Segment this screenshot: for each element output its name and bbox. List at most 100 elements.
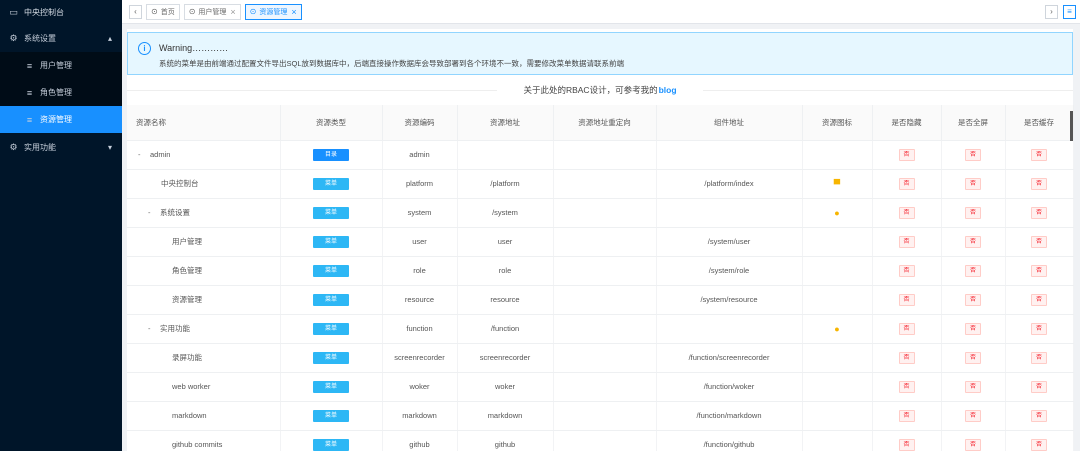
sidebar-item-console[interactable]: ▭ 中央控制台 (0, 0, 122, 24)
cell-path: markdown (457, 401, 554, 431)
cell-code: woker (382, 372, 458, 402)
cell-path: woker (457, 372, 554, 402)
tab[interactable]: ⊙ 资源管理 × (244, 3, 302, 20)
cell-icon (802, 256, 873, 286)
flag-badge: 否 (965, 293, 981, 306)
type-tag: 菜单 (313, 293, 349, 306)
table-row[interactable]: 录屏功能 菜单 screenrecorder screenrecorder/funct… (127, 343, 1074, 373)
tabs-menu-button[interactable]: ≡ (1063, 4, 1076, 19)
collapse-toggle[interactable]: - (138, 150, 150, 159)
table-row[interactable]: 资源管理 菜单 resource resource/system/resource 否 否… (127, 285, 1074, 315)
cell-full: 否 (941, 372, 1006, 402)
type-tag: 菜单 (313, 438, 349, 451)
close-icon[interactable]: × (291, 7, 296, 17)
resource-name: markdown (172, 411, 207, 420)
cell-name: - admin (127, 140, 281, 170)
list-icon: ≡ (26, 114, 33, 125)
cell-icon: ● (802, 198, 873, 228)
flag-badge: 否 (1031, 380, 1047, 393)
cell-code: role (382, 256, 458, 286)
table-row[interactable]: - admin 目录 admin 否否否 (127, 140, 1074, 170)
flag-badge: 否 (965, 235, 981, 248)
sidebar: ▭ 中央控制台 ⚙ 系统设置 ▴ ≡ 用户管理 ≡ 角色管理 ≡ 资源管理 ⚙ 实用功能 … (0, 0, 122, 451)
collapse-toggle[interactable]: - (148, 324, 160, 333)
cell-path (457, 140, 554, 170)
tab-label: 资源管理 (259, 8, 288, 16)
flag-badge: 否 (1031, 293, 1047, 306)
cell-name: 角色管理 (127, 256, 281, 286)
sidebar-item-sub[interactable]: ≡ 资源管理 (0, 106, 122, 133)
alert-title: Warning………… (159, 43, 229, 53)
tab[interactable]: ⊙ 首页 (146, 3, 180, 20)
type-tag: 菜单 (313, 206, 349, 219)
cell-path: resource (457, 285, 554, 315)
gear-icon: ⚙ (9, 141, 18, 152)
close-icon[interactable]: × (230, 7, 235, 17)
cell-type: 菜单 (280, 343, 383, 373)
sidebar-group-label: 实用功能 (24, 142, 56, 152)
column-header: 资源地址重定向 (553, 105, 657, 141)
tab[interactable]: ⊙ 用户管理 × (183, 3, 241, 20)
cell-redirect (553, 169, 657, 199)
main-content: i Warning………… 系统的菜单是由前端通过配置文件导出SQL放到数据库中… (127, 29, 1074, 451)
cell-full: 否 (941, 140, 1006, 170)
cell-cache: 否 (1005, 140, 1074, 170)
cell-code: platform (382, 169, 458, 199)
sidebar-item-label: 角色管理 (40, 88, 72, 97)
flag-badge: 否 (1031, 322, 1047, 335)
flag-badge: 否 (1031, 177, 1047, 190)
resource-name: github commits (172, 440, 223, 449)
sidebar-item-sub[interactable]: ≡ 用户管理 (0, 52, 122, 79)
table-row[interactable]: - 系统设置 菜单 system/system ● 否 否 否 (127, 198, 1074, 228)
scrollbar[interactable] (1070, 111, 1073, 141)
table-row[interactable]: markdown 菜单 markdown markdown/function/mark… (127, 401, 1074, 431)
cell-component (656, 140, 803, 170)
cell-type: 菜单 (280, 314, 383, 344)
sidebar-item-sub[interactable]: ≡ 角色管理 (0, 79, 122, 106)
cell-cache: 否 (1005, 169, 1074, 199)
column-header: 是否缓存 (1005, 105, 1074, 141)
cell-component: /platform/index (656, 169, 803, 199)
chevron-up-icon: ▴ (107, 33, 112, 43)
column-header: 资源类型 (280, 105, 383, 141)
cell-component (656, 314, 803, 344)
collapse-toggle[interactable]: - (148, 208, 160, 217)
tabs-scroll-left-button[interactable]: ‹ (129, 4, 142, 19)
sidebar-group-utility[interactable]: ⚙ 实用功能 ▾ (0, 133, 122, 161)
flag-badge: 否 (965, 177, 981, 190)
cell-type: 菜单 (280, 256, 383, 286)
cell-path: role (457, 256, 554, 286)
table-row[interactable]: github commits 菜单 github github/function/gi… (127, 430, 1074, 451)
cell-icon (802, 430, 873, 451)
flag-badge: 否 (965, 206, 981, 219)
column-header: 资源图标 (802, 105, 873, 141)
cell-code: user (382, 227, 458, 257)
cell-hidden: 否 (872, 140, 942, 170)
cell-redirect (553, 285, 657, 315)
flag-badge: 否 (1031, 148, 1047, 161)
flag-badge: 否 (965, 438, 981, 451)
cell-full: 否 (941, 227, 1006, 257)
rbac-note: 关于此处的RBAC设计，可参考我的 blog (127, 75, 1073, 105)
table-row[interactable]: web worker 菜单 woker woker/function/woker 否 否 否 (127, 372, 1074, 402)
cell-hidden: 否 (872, 285, 942, 315)
cell-name: markdown (127, 401, 281, 431)
sidebar-group-system[interactable]: ⚙ 系统设置 ▴ (0, 24, 122, 52)
cell-code: admin (382, 140, 458, 170)
flag-badge: 否 (1031, 351, 1047, 364)
table-row[interactable]: 中央控制台 菜单 platform/platform/platform/index ▀… (127, 169, 1074, 199)
flag-badge: 否 (965, 264, 981, 277)
cell-name: 资源管理 (127, 285, 281, 315)
tabs-scroll-right-button[interactable]: › (1045, 4, 1058, 19)
tab-label: 首页 (160, 8, 175, 16)
flag-badge: 否 (1031, 264, 1047, 277)
tab-icon: ⊙ (188, 7, 196, 16)
cell-component: /function/screenrecorder (656, 343, 803, 373)
blog-link[interactable]: blog (659, 85, 677, 95)
cell-path: user (457, 227, 554, 257)
resource-icon: ● (834, 207, 840, 218)
cell-component: /function/markdown (656, 401, 803, 431)
table-row[interactable]: - 实用功能 菜单 function/function ● 否 否 否 (127, 314, 1074, 344)
table-row[interactable]: 角色管理 菜单 role role/system/role 否 否 否 (127, 256, 1074, 286)
table-row[interactable]: 用户管理 菜单 user user/system/user 否 否 否 (127, 227, 1074, 257)
